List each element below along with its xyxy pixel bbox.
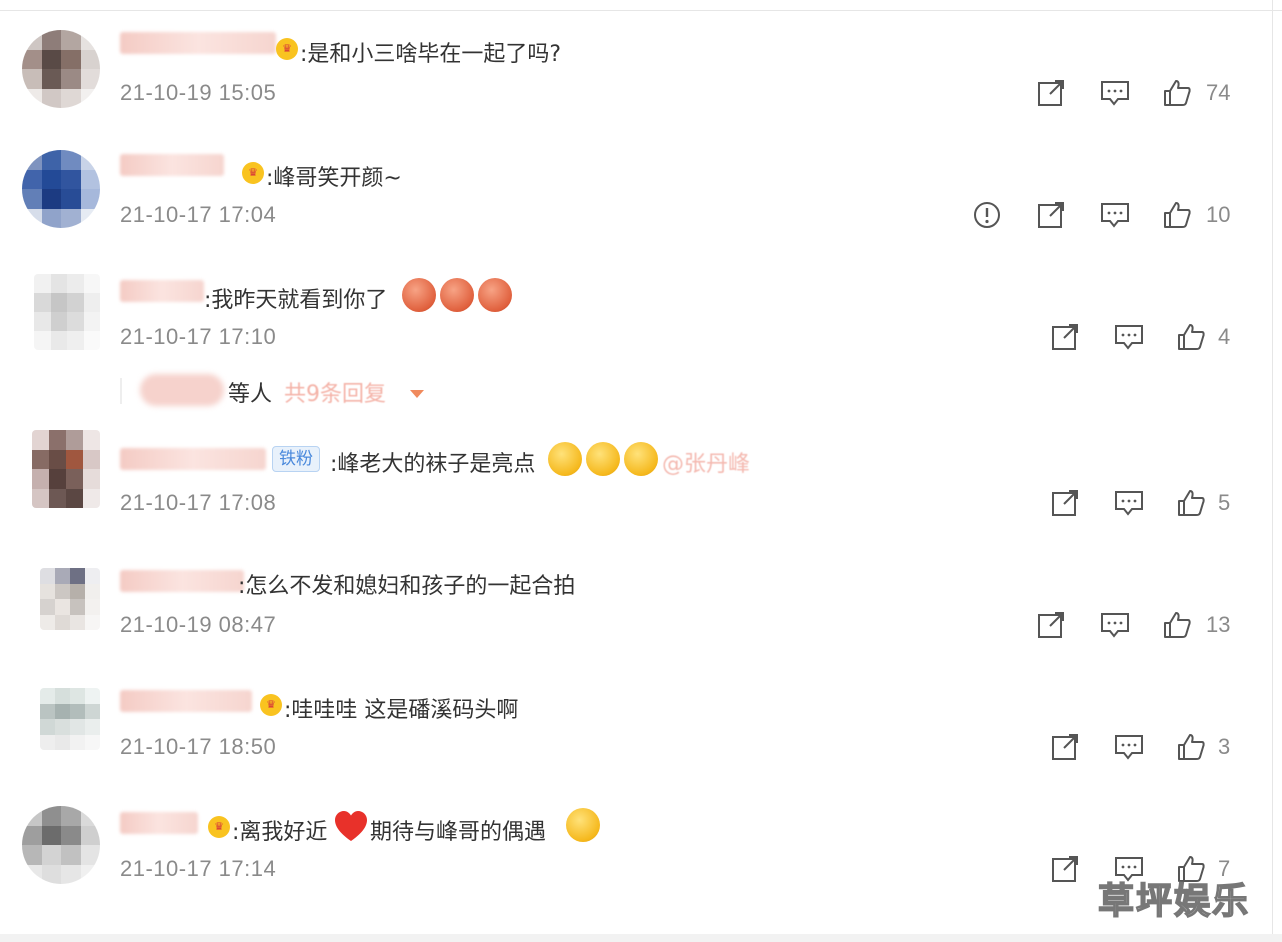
- avatar[interactable]: [40, 688, 100, 750]
- like-count: 13: [1206, 612, 1231, 637]
- comment-time: 21-10-17 17:14: [120, 856, 277, 881]
- comment-icon[interactable]: [1100, 610, 1130, 640]
- vip-crown-icon: ♛: [260, 694, 282, 716]
- reply-divider: [120, 378, 122, 404]
- comment-item: ♛ :峰哥笑开颜~ 21-10-17 17:04 10: [0, 142, 1282, 262]
- username[interactable]: [120, 154, 224, 176]
- watermark: 草坪娱乐: [1097, 880, 1251, 923]
- avatar[interactable]: [40, 568, 100, 630]
- like-icon[interactable]: [1176, 732, 1206, 762]
- mention-link[interactable]: @张丹峰: [662, 446, 750, 478]
- heart-icon: [335, 811, 367, 841]
- share-icon[interactable]: [1036, 200, 1066, 230]
- like-count: 74: [1206, 80, 1231, 105]
- emoji-icon: [586, 442, 620, 476]
- top-divider: [0, 10, 1282, 11]
- comment-icon[interactable]: [1114, 322, 1144, 352]
- vip-crown-icon: ♛: [208, 816, 230, 838]
- share-icon[interactable]: [1050, 488, 1080, 518]
- vip-crown-icon: ♛: [242, 162, 264, 184]
- comment-text: :是和小三啥毕在一起了吗?: [300, 42, 562, 67]
- username[interactable]: [120, 690, 252, 712]
- like-count: 5: [1218, 490, 1231, 515]
- comment-text: :峰哥笑开颜~: [266, 166, 402, 191]
- comment-text-continued: 期待与峰哥的偶遇: [370, 820, 547, 845]
- share-icon[interactable]: [1036, 610, 1066, 640]
- comment-text: :哇哇哇 这是磻溪码头啊: [284, 698, 519, 723]
- like-icon[interactable]: [1162, 200, 1192, 230]
- like-icon[interactable]: [1176, 322, 1206, 352]
- comment-item: :我昨天就看到你了 21-10-17 17:10 4: [0, 264, 1282, 384]
- emoji-icon: [624, 442, 658, 476]
- emoji-icon: [402, 278, 436, 312]
- comment-icon[interactable]: [1100, 78, 1130, 108]
- share-icon[interactable]: [1036, 78, 1066, 108]
- emoji-icon: [548, 442, 582, 476]
- emoji-icon: [566, 808, 600, 842]
- share-icon[interactable]: [1050, 322, 1080, 352]
- emoji-icon: [440, 278, 474, 312]
- like-count: 10: [1206, 202, 1231, 227]
- dropdown-caret-icon[interactable]: [410, 390, 424, 398]
- comment-time: 21-10-19 08:47: [120, 612, 277, 637]
- username[interactable]: [120, 280, 204, 302]
- comment-item: ♛ :是和小三啥毕在一起了吗? 21-10-19 15:05 74: [0, 20, 1282, 140]
- next-comment-edge: [0, 934, 1282, 942]
- username[interactable]: [120, 570, 244, 592]
- comment-item: ♛ :哇哇哇 这是磻溪码头啊 21-10-17 18:50 3: [0, 674, 1282, 794]
- username[interactable]: [120, 812, 198, 834]
- emoji-icon: [478, 278, 512, 312]
- avatar[interactable]: [22, 806, 100, 884]
- comment-time: 21-10-19 15:05: [120, 80, 277, 105]
- reply-avatars: [140, 374, 224, 406]
- like-count: 3: [1218, 734, 1231, 759]
- comment-time: 21-10-17 17:04: [120, 202, 277, 227]
- comment-item: :怎么不发和媳妇和孩子的一起合拍 21-10-19 08:47 13: [0, 552, 1282, 672]
- like-count: 4: [1218, 324, 1231, 349]
- comment-text: :我昨天就看到你了: [204, 288, 388, 313]
- share-icon[interactable]: [1050, 854, 1080, 884]
- like-icon[interactable]: [1176, 488, 1206, 518]
- comment-text: :怎么不发和媳妇和孩子的一起合拍: [238, 574, 576, 599]
- like-icon[interactable]: [1162, 78, 1192, 108]
- comment-item: 铁粉 :峰老大的袜子是亮点 @张丹峰 21-10-17 17:08 5: [0, 430, 1282, 550]
- username[interactable]: [120, 448, 266, 470]
- avatar[interactable]: [22, 30, 100, 108]
- fan-badge[interactable]: 铁粉: [272, 446, 320, 472]
- username[interactable]: [120, 32, 276, 54]
- comment-text: :离我好近: [232, 820, 328, 845]
- comment-time: 21-10-17 18:50: [120, 734, 277, 759]
- reply-count-link[interactable]: 共9条回复: [284, 376, 386, 408]
- comment-time: 21-10-17 17:10: [120, 324, 277, 349]
- like-icon[interactable]: [1162, 610, 1192, 640]
- comment-time: 21-10-17 17:08: [120, 490, 277, 515]
- reply-label: 等人: [228, 382, 273, 407]
- comment-item: ♛ :离我好近 期待与峰哥的偶遇 21-10-17 17:14 7: [0, 796, 1282, 916]
- report-icon[interactable]: [972, 200, 1002, 230]
- avatar[interactable]: [32, 430, 100, 508]
- avatar[interactable]: [34, 274, 100, 350]
- comment-icon[interactable]: [1114, 488, 1144, 518]
- vip-crown-icon: ♛: [276, 38, 298, 60]
- avatar[interactable]: [22, 150, 100, 228]
- share-icon[interactable]: [1050, 732, 1080, 762]
- comment-icon[interactable]: [1114, 732, 1144, 762]
- comment-text: :峰老大的袜子是亮点: [330, 452, 536, 477]
- comment-icon[interactable]: [1100, 200, 1130, 230]
